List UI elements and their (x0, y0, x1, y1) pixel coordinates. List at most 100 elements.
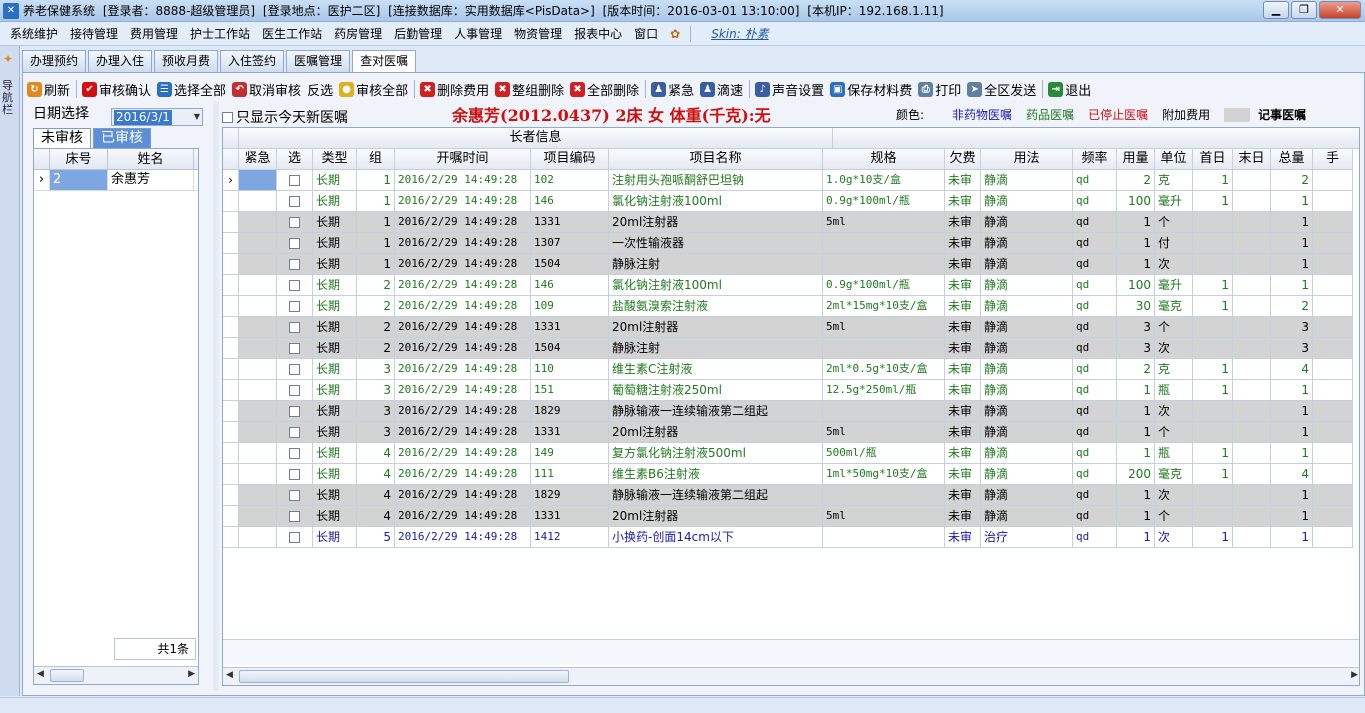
select-cell[interactable] (277, 317, 313, 338)
qty-cell[interactable]: 1 (1117, 485, 1155, 506)
code-cell[interactable]: 146 (531, 191, 609, 212)
name-cell[interactable]: 葡萄糖注射液250ml (609, 380, 823, 401)
spec-cell[interactable]: 500ml/瓶 (823, 443, 945, 464)
time-cell[interactable]: 2016/2/29 14:49:28 (395, 527, 531, 548)
extra-cell[interactable] (1313, 212, 1353, 233)
type-cell[interactable]: 长期 (313, 527, 357, 548)
qty-cell[interactable]: 100 (1117, 275, 1155, 296)
extra-cell[interactable] (1313, 296, 1353, 317)
first-cell[interactable]: 1 (1193, 296, 1233, 317)
unit-cell[interactable]: 个 (1155, 317, 1193, 338)
code-cell[interactable]: 1412 (531, 527, 609, 548)
select-cell[interactable] (277, 527, 313, 548)
spec-cell[interactable]: 5ml (823, 422, 945, 443)
urgent-cell[interactable] (239, 401, 277, 422)
toolbar-button-13[interactable]: ⎙ 打印 (918, 80, 961, 99)
last-cell[interactable] (1233, 338, 1271, 359)
qty-cell[interactable]: 3 (1117, 317, 1155, 338)
extra-cell[interactable] (1313, 359, 1353, 380)
qty-cell[interactable]: 1 (1117, 443, 1155, 464)
time-cell[interactable]: 2016/2/29 14:49:28 (395, 401, 531, 422)
type-cell[interactable]: 长期 (313, 506, 357, 527)
total-cell[interactable]: 1 (1271, 275, 1313, 296)
freq-cell[interactable]: qd (1073, 317, 1117, 338)
time-cell[interactable]: 2016/2/29 14:49:28 (395, 422, 531, 443)
select-cell[interactable] (277, 254, 313, 275)
menu-item-8[interactable]: 物资管理 (508, 25, 568, 42)
urgent-cell[interactable] (239, 254, 277, 275)
name-cell[interactable]: 复方氯化钠注射液500ml (609, 443, 823, 464)
row-select-checkbox[interactable] (289, 301, 300, 312)
last-cell[interactable] (1233, 506, 1271, 527)
menu-item-7[interactable]: 人事管理 (448, 25, 508, 42)
unit-cell[interactable]: 次 (1155, 527, 1193, 548)
time-cell[interactable]: 2016/2/29 14:49:28 (395, 275, 531, 296)
time-cell[interactable]: 2016/2/29 14:49:28 (395, 464, 531, 485)
name-cell[interactable]: 静脉输液一连续输液第二组起 (609, 401, 823, 422)
row-select-checkbox[interactable] (289, 238, 300, 249)
qty-cell[interactable]: 1 (1117, 380, 1155, 401)
table-horizontal-scrollbar[interactable]: ◀ ▶ (223, 667, 1359, 685)
column-header-8[interactable]: 欠费 (945, 149, 981, 170)
first-cell[interactable] (1193, 506, 1233, 527)
unit-cell[interactable]: 毫升 (1155, 275, 1193, 296)
name-cell[interactable]: 氯化钠注射液100ml (609, 275, 823, 296)
code-cell[interactable]: 1829 (531, 401, 609, 422)
spec-cell[interactable]: 12.5g*250ml/瓶 (823, 380, 945, 401)
unit-cell[interactable]: 个 (1155, 422, 1193, 443)
group-cell[interactable]: 4 (357, 464, 395, 485)
freq-cell[interactable]: qd (1073, 170, 1117, 191)
menu-item-2[interactable]: 费用管理 (124, 25, 184, 42)
column-header-11[interactable]: 用量 (1117, 149, 1155, 170)
column-header-bed[interactable]: 床号 (50, 149, 108, 169)
column-header-15[interactable]: 总量 (1271, 149, 1313, 170)
fee-cell[interactable]: 未审 (945, 254, 981, 275)
total-cell[interactable]: 1 (1271, 506, 1313, 527)
row-select-checkbox[interactable] (289, 385, 300, 396)
code-cell[interactable]: 109 (531, 296, 609, 317)
type-cell[interactable]: 长期 (313, 254, 357, 275)
table-row[interactable]: 长期 1 2016/2/29 14:49:28 1504 静脉注射 未审 静滴 qd 1 次 1 (223, 254, 1353, 275)
qty-cell[interactable]: 3 (1117, 338, 1155, 359)
total-cell[interactable]: 4 (1271, 464, 1313, 485)
toolbar-button-2[interactable]: ☰ 选择全部 (157, 80, 226, 99)
last-cell[interactable] (1233, 359, 1271, 380)
group-cell[interactable]: 1 (357, 170, 395, 191)
freq-cell[interactable]: qd (1073, 380, 1117, 401)
row-select-checkbox[interactable] (289, 196, 300, 207)
toolbar-button-5[interactable]: ● 审核全部 (339, 80, 408, 99)
code-cell[interactable]: 149 (531, 443, 609, 464)
type-cell[interactable]: 长期 (313, 170, 357, 191)
scroll-thumb[interactable] (50, 669, 84, 682)
fee-cell[interactable]: 未审 (945, 401, 981, 422)
column-header-1[interactable]: 选 (277, 149, 313, 170)
first-cell[interactable]: 1 (1193, 275, 1233, 296)
unit-cell[interactable]: 个 (1155, 212, 1193, 233)
name-cell[interactable]: 注射用头孢哌酮舒巴坦钠 (609, 170, 823, 191)
select-cell[interactable] (277, 338, 313, 359)
select-cell[interactable] (277, 296, 313, 317)
urgent-cell[interactable] (239, 485, 277, 506)
code-cell[interactable]: 1331 (531, 317, 609, 338)
toolbar-button-9[interactable]: ♟ 紧急 (651, 80, 694, 99)
spec-cell[interactable]: 5ml (823, 212, 945, 233)
first-cell[interactable]: 1 (1193, 443, 1233, 464)
minimize-button[interactable]: ▁ (1263, 1, 1289, 19)
freq-cell[interactable]: qd (1073, 527, 1117, 548)
last-cell[interactable] (1233, 485, 1271, 506)
freq-cell[interactable]: qd (1073, 275, 1117, 296)
fee-cell[interactable]: 未审 (945, 443, 981, 464)
table-row[interactable]: 长期 5 2016/2/29 14:49:28 1412 小换药-创面14cm以下 未审治… (223, 527, 1353, 548)
fee-cell[interactable]: 未审 (945, 422, 981, 443)
urgent-cell[interactable] (239, 527, 277, 548)
first-cell[interactable]: 1 (1193, 359, 1233, 380)
row-select-checkbox[interactable] (289, 427, 300, 438)
fee-cell[interactable]: 未审 (945, 296, 981, 317)
first-cell[interactable] (1193, 212, 1233, 233)
column-header-7[interactable]: 规格 (823, 149, 945, 170)
row-select-checkbox[interactable] (289, 511, 300, 522)
unit-cell[interactable]: 毫克 (1155, 464, 1193, 485)
column-header-3[interactable]: 组 (357, 149, 395, 170)
scroll-right-icon[interactable]: ▶ (188, 669, 195, 679)
toolbar-button-12[interactable]: ▣ 保存材料费 (830, 80, 912, 99)
